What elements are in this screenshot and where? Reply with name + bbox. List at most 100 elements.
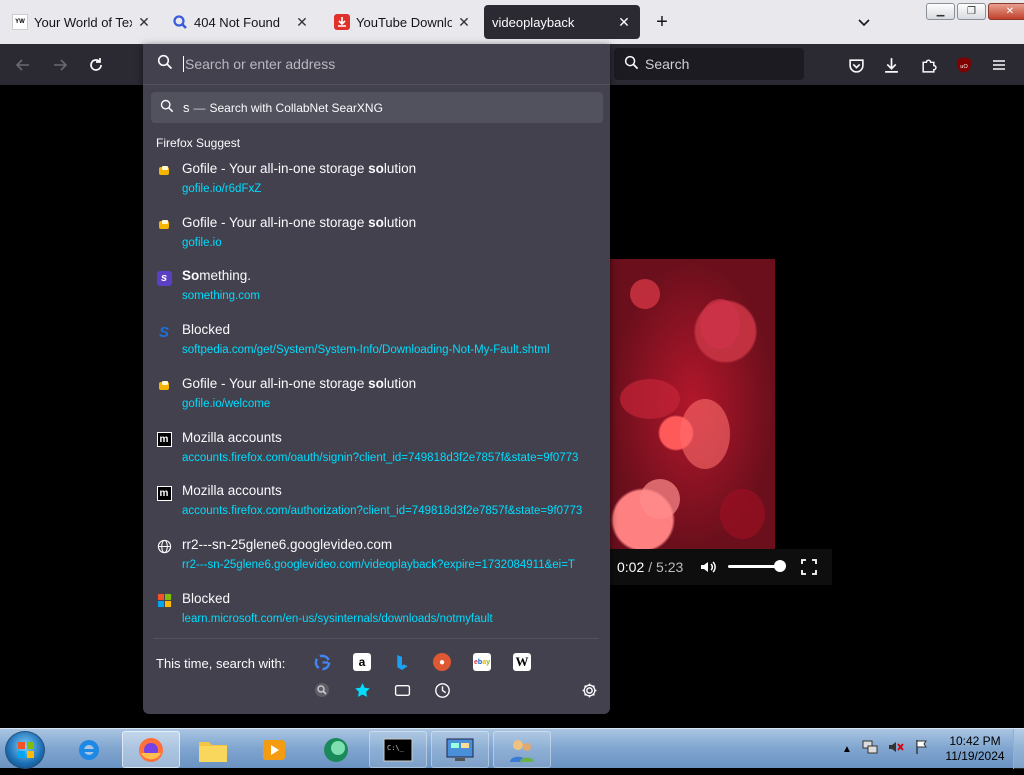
- firefox-icon[interactable]: [122, 731, 180, 768]
- suggestion-title: Gofile - Your all-in-one storage solutio…: [182, 214, 417, 230]
- history-clock-icon[interactable]: [433, 681, 451, 699]
- close-window-icon[interactable]: ✕: [988, 3, 1024, 20]
- bing-icon[interactable]: [393, 653, 411, 671]
- hamburger-menu-icon[interactable]: [988, 54, 1010, 76]
- suggestion-row[interactable]: Gofile - Your all-in-one storage solutio…: [156, 376, 596, 426]
- mozilla-icon: m: [156, 485, 172, 501]
- file-explorer-icon[interactable]: [184, 731, 242, 768]
- suggestion-url: accounts.firefox.com/authorization?clien…: [182, 505, 583, 518]
- suggestion-title: Gofile - Your all-in-one storage solutio…: [182, 375, 417, 391]
- suggestion-title: Gofile - Your all-in-one storage solutio…: [182, 161, 417, 176]
- control-panel-icon[interactable]: [431, 731, 489, 768]
- suggestion-row[interactable]: rr2---sn-25glene6.googlevideo.com rr2---s…: [156, 537, 596, 587]
- suggestion-url: gofile.io/welcome: [182, 397, 271, 410]
- divider: [153, 638, 599, 639]
- tabs-icon[interactable]: [393, 681, 411, 699]
- volume-slider-handle[interactable]: [774, 560, 786, 572]
- app-icon[interactable]: [307, 731, 365, 768]
- windows-taskbar: C:\_ ▲ 10:42 PM 11/19/2024: [0, 728, 1024, 769]
- start-button-icon[interactable]: [5, 731, 45, 769]
- back-arrow-icon[interactable]: [12, 54, 34, 76]
- address-input[interactable]: Search or enter address: [143, 44, 610, 85]
- fullscreen-icon[interactable]: [800, 558, 818, 576]
- amazon-icon[interactable]: a: [353, 653, 371, 671]
- ebay-icon[interactable]: ebay: [473, 653, 491, 671]
- forward-arrow-icon[interactable]: [49, 54, 71, 76]
- suggestion-title: Blocked: [182, 322, 231, 338]
- searxng-icon[interactable]: [313, 681, 331, 699]
- tab-strip: YW Your World of Text ✕ 404 Not Found ✕ …: [0, 0, 1024, 44]
- system-tray: ▲: [842, 739, 930, 760]
- tab-videoplayback[interactable]: videoplayback ✕: [484, 5, 640, 39]
- this-time-search-label: This time, search with:: [156, 656, 286, 671]
- cmd-icon[interactable]: C:\_: [369, 731, 427, 768]
- search-icon: [624, 55, 639, 73]
- suggestion-row[interactable]: m Mozilla accounts accounts.firefox.com/oa…: [156, 430, 596, 480]
- ywot-favicon-icon: YW: [12, 14, 28, 30]
- reload-icon[interactable]: [85, 54, 107, 76]
- suggestion-row[interactable]: m Mozilla accounts accounts.firefox.com/au…: [156, 483, 596, 533]
- tab-title: Your World of Text: [34, 14, 132, 30]
- tab-youtube-download[interactable]: YouTube Download ✕: [326, 5, 480, 39]
- duckduckgo-icon[interactable]: ●: [433, 653, 451, 671]
- search-bar[interactable]: Search: [614, 48, 804, 80]
- suggestion-title: Something.: [182, 268, 252, 284]
- minimize-icon[interactable]: ▁: [926, 3, 955, 20]
- suggestion-row[interactable]: Blocked learn.microsoft.com/en-us/sysinte…: [156, 591, 596, 641]
- volume-muted-icon[interactable]: [888, 739, 904, 760]
- video-duration: / 5:23: [648, 559, 684, 575]
- address-placeholder: Search or enter address: [183, 56, 336, 72]
- video-frame[interactable]: [610, 259, 775, 549]
- search-icon: [157, 54, 173, 75]
- users-icon[interactable]: [493, 731, 551, 768]
- chevron-down-icon[interactable]: [852, 10, 876, 34]
- svg-text:uO: uO: [960, 64, 968, 70]
- network-icon[interactable]: [862, 739, 878, 760]
- internet-explorer-icon[interactable]: [60, 731, 118, 768]
- gofile-icon: [156, 217, 172, 233]
- action-center-flag-icon[interactable]: [914, 739, 930, 760]
- clock[interactable]: 10:42 PM 11/19/2024: [940, 734, 1010, 764]
- suggestion-title: Mozilla accounts: [182, 429, 282, 445]
- clock-time: 10:42 PM: [949, 734, 1001, 748]
- svg-text:C:\_: C:\_: [387, 744, 405, 752]
- firefox-suggest-header: Firefox Suggest: [156, 136, 241, 150]
- suggestion-title: Blocked: [182, 590, 231, 606]
- media-player-icon[interactable]: [245, 731, 303, 768]
- google-icon[interactable]: [313, 653, 331, 671]
- suggestion-row[interactable]: s Something. something.com: [156, 268, 596, 318]
- urlbar-dropdown: Search or enter address s — Search with …: [143, 44, 610, 714]
- suggestion-url: rr2---sn-25glene6.googlevideo.com/videop…: [182, 558, 575, 571]
- clock-date: 11/19/2024: [945, 749, 1005, 763]
- show-hidden-icons-icon[interactable]: ▲: [842, 744, 852, 755]
- speaker-volume-icon[interactable]: [699, 558, 717, 576]
- show-desktop-button[interactable]: [1013, 729, 1024, 769]
- suggestion-url: accounts.firefox.com/oauth/signin?client…: [182, 451, 579, 464]
- search-with-engine-row[interactable]: s — Search with CollabNet SearXNG: [151, 92, 603, 123]
- something-icon: s: [156, 270, 172, 286]
- close-tab-icon[interactable]: ✕: [294, 14, 310, 30]
- gear-icon[interactable]: [580, 681, 598, 699]
- close-tab-icon[interactable]: ✕: [456, 14, 472, 30]
- suggestion-row[interactable]: Gofile - Your all-in-one storage solutio…: [156, 161, 596, 211]
- new-tab-plus-icon[interactable]: +: [650, 10, 674, 34]
- downloads-icon[interactable]: [880, 54, 902, 76]
- globe-icon: [156, 539, 172, 555]
- pocket-icon[interactable]: [845, 54, 867, 76]
- suggestion-row[interactable]: S Blocked softpedia.com/get/System/System-…: [156, 322, 596, 372]
- extensions-puzzle-icon[interactable]: [917, 54, 939, 76]
- close-tab-icon[interactable]: ✕: [136, 14, 152, 30]
- browser-window: YW Your World of Text ✕ 404 Not Found ✕ …: [0, 0, 1024, 728]
- suggestion-row[interactable]: Gofile - Your all-in-one storage solutio…: [156, 215, 596, 265]
- close-tab-icon[interactable]: ✕: [616, 14, 632, 30]
- restore-icon[interactable]: ❐: [957, 3, 986, 20]
- suggestion-title: Mozilla accounts: [182, 483, 282, 499]
- search-icon: [172, 14, 188, 30]
- volume-slider-track[interactable]: [728, 565, 780, 568]
- mozilla-icon: m: [156, 432, 172, 448]
- wikipedia-icon[interactable]: W: [513, 653, 531, 671]
- ublock-origin-icon[interactable]: uO: [953, 54, 975, 76]
- bookmarks-star-icon[interactable]: [353, 681, 371, 699]
- tab-404-not-found[interactable]: 404 Not Found ✕: [164, 5, 318, 39]
- tab-your-world-of-text[interactable]: YW Your World of Text ✕: [4, 5, 160, 39]
